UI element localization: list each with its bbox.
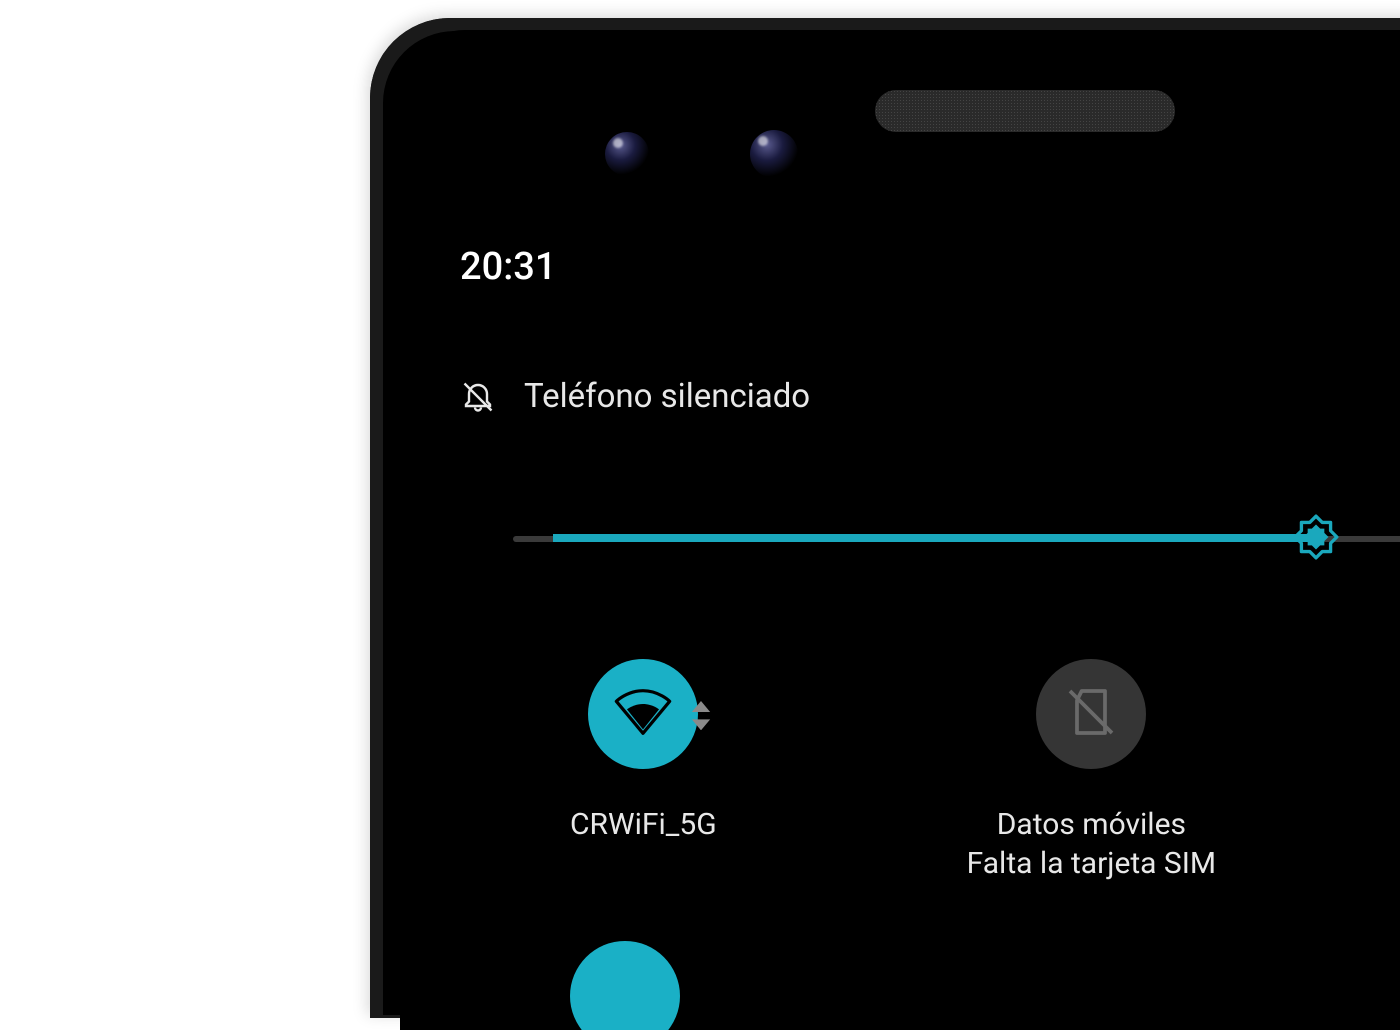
- mobile-data-tile-button[interactable]: [1036, 659, 1146, 769]
- wifi-tile-label: CRWiFi_5G: [570, 807, 717, 842]
- phone-screen-container: 20:31 Teléfono silenciado: [400, 30, 1400, 1030]
- wifi-tile[interactable]: CRWiFi_5G: [570, 659, 717, 881]
- quick-settings-panel: 20:31 Teléfono silenciado: [448, 245, 1400, 1030]
- expand-icon[interactable]: [690, 701, 712, 727]
- bell-off-icon: [460, 379, 496, 415]
- wifi-tile-button[interactable]: [588, 659, 698, 769]
- front-camera-left: [605, 132, 649, 176]
- brightness-fill: [553, 534, 1313, 542]
- brightness-icon[interactable]: [1291, 512, 1341, 562]
- statusbar-clock: 20:31: [460, 245, 1400, 289]
- silent-mode-row[interactable]: Teléfono silenciado: [460, 377, 1400, 416]
- brightness-slider[interactable]: [448, 514, 1400, 564]
- phone-speaker: [875, 90, 1175, 132]
- tile-partial[interactable]: [570, 941, 680, 1030]
- mobile-data-tile[interactable]: Datos móviles Falta la tarjeta SIM: [967, 659, 1216, 881]
- front-camera-right: [750, 130, 798, 178]
- no-sim-icon: [1063, 684, 1119, 744]
- quick-settings-tiles-row: CRWiFi_5G Datos móviles Falta la tarjeta…: [448, 659, 1400, 881]
- silent-mode-label: Teléfono silenciado: [524, 377, 810, 416]
- mobile-data-sublabel: Falta la tarjeta SIM: [967, 846, 1216, 881]
- mobile-data-label: Datos móviles: [997, 807, 1186, 842]
- wifi-icon: [611, 680, 675, 748]
- quick-settings-tiles-row-2: [448, 941, 1400, 1030]
